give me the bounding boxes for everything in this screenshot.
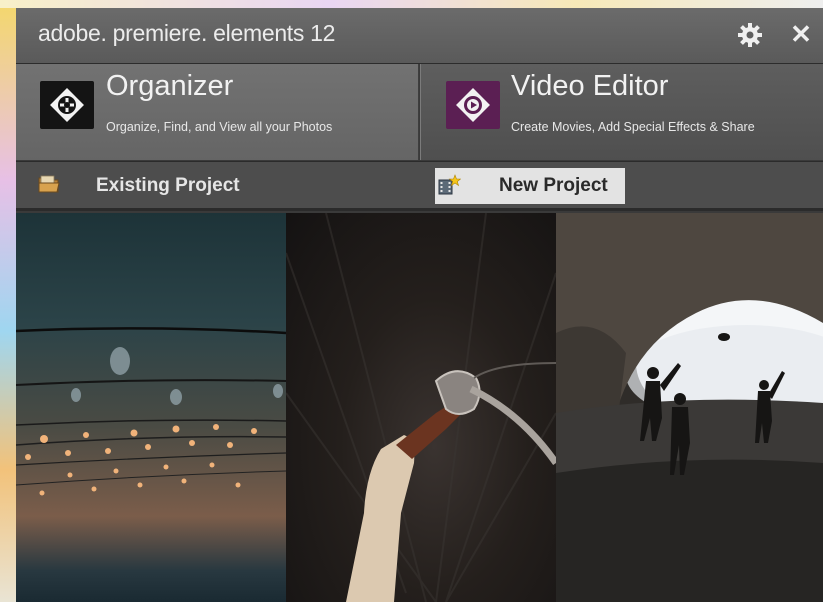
organizer-subtitle: Organize, Find, and View all your Photos	[106, 120, 333, 134]
photo-string-lights	[16, 213, 286, 602]
new-project-label: New Project	[499, 175, 608, 196]
video-editor-subtitle: Create Movies, Add Special Effects & Sha…	[511, 120, 755, 134]
welcome-window: adobe. premiere. elements 12 ✕ Organizer…	[16, 8, 823, 602]
photo-strip	[16, 213, 823, 602]
desktop-background-top	[0, 0, 823, 8]
organizer-button[interactable]: Organizer Organize, Find, and View all y…	[16, 64, 419, 160]
video-editor-title: Video Editor	[511, 70, 669, 102]
new-project-button[interactable]: New Project	[435, 168, 625, 204]
new-project-icon	[437, 174, 461, 195]
title-bar: adobe. premiere. elements 12 ✕	[16, 8, 823, 64]
folder-icon	[38, 174, 60, 194]
photo-bicycle-handlebar	[286, 213, 556, 602]
existing-project-label: Existing Project	[96, 175, 240, 196]
desktop-background	[0, 0, 16, 602]
video-editor-logo-icon	[446, 81, 500, 129]
video-editor-button[interactable]: Video Editor Create Movies, Add Special …	[420, 64, 823, 160]
photo-sea-cave-silhouettes	[556, 213, 823, 602]
app-title: adobe. premiere. elements 12	[38, 20, 336, 46]
close-icon[interactable]: ✕	[788, 17, 814, 51]
gear-icon[interactable]	[737, 22, 763, 48]
project-action-bar: Existing Project New Project	[16, 161, 823, 211]
existing-project-button[interactable]: Existing Project	[36, 168, 296, 204]
organizer-logo-icon	[40, 81, 94, 129]
organizer-title: Organizer	[106, 70, 234, 102]
